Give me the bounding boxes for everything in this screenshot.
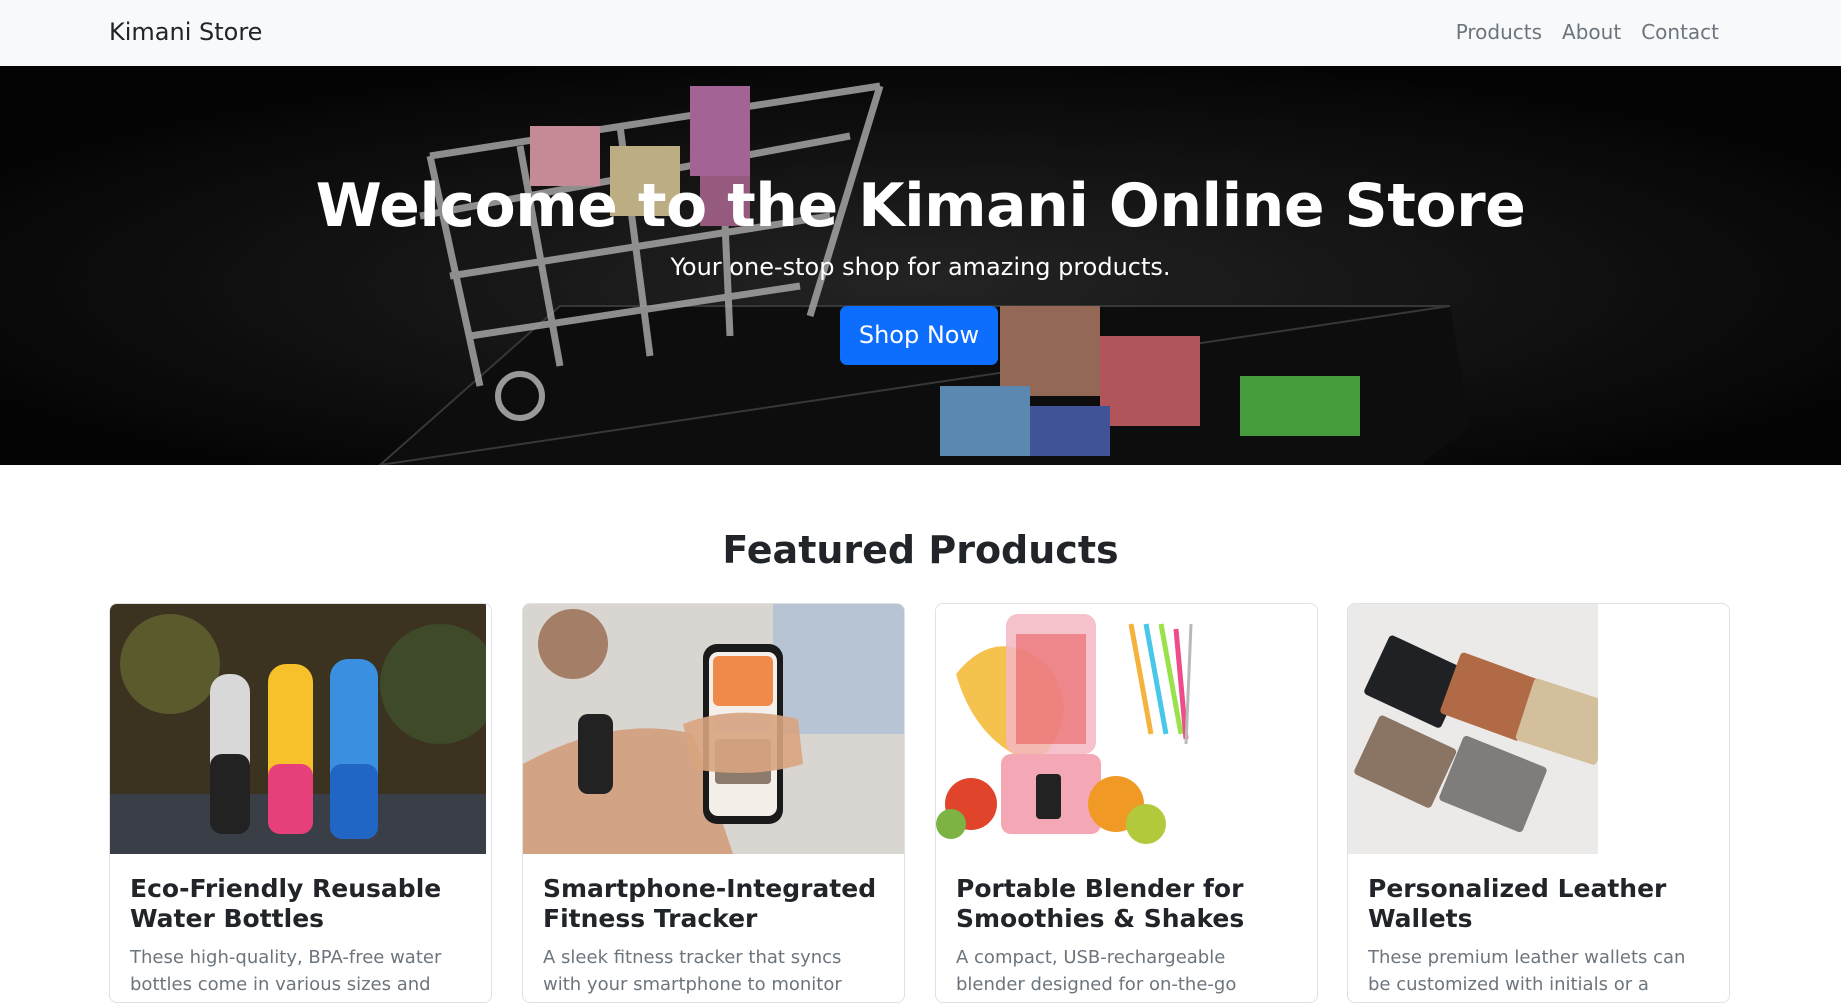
nav-link-contact[interactable]: Contact — [1641, 18, 1719, 46]
navbar: Kimani Store Products About Contact — [0, 0, 1841, 66]
hero-title: Welcome to the Kimani Online Store — [315, 171, 1526, 241]
card-body: Personalized Leather Wallets These premi… — [1368, 874, 1709, 1002]
card-body: Smartphone-Integrated Fitness Tracker A … — [543, 874, 884, 1002]
product-title: Personalized Leather Wallets — [1368, 874, 1667, 933]
product-title: Portable Blender for Smoothies & Shakes — [956, 874, 1245, 933]
product-card[interactable]: Portable Blender for Smoothies & Shakes … — [935, 603, 1318, 1003]
featured-products-heading: Featured Products — [722, 528, 1119, 572]
product-description: These high-quality, BPA-free water bottl… — [130, 947, 442, 1002]
product-title: Smartphone-Integrated Fitness Tracker — [543, 874, 877, 933]
hero-subtitle: Your one-stop shop for amazing products. — [670, 253, 1171, 281]
hero-banner: Welcome to the Kimani Online Store Your … — [0, 66, 1841, 465]
blender-image — [936, 604, 1317, 854]
product-card[interactable]: Personalized Leather Wallets These premi… — [1347, 603, 1730, 1003]
shop-now-button[interactable]: Shop Now — [840, 306, 998, 365]
product-card[interactable]: Smartphone-Integrated Fitness Tracker A … — [522, 603, 905, 1003]
product-description: A sleek fitness tracker that syncs with … — [543, 947, 842, 1002]
nav-link-products[interactable]: Products — [1456, 18, 1542, 46]
product-description: These premium leather wallets can be cus… — [1368, 947, 1701, 1002]
nav-links: Products About Contact — [1456, 18, 1719, 46]
product-title: Eco-Friendly Reusable Water Bottles — [130, 874, 442, 933]
product-card[interactable]: Eco-Friendly Reusable Water Bottles Thes… — [109, 603, 492, 1003]
nav-link-about[interactable]: About — [1562, 18, 1621, 46]
water-bottles-image — [110, 604, 486, 854]
card-body: Portable Blender for Smoothies & Shakes … — [956, 874, 1297, 1002]
card-body: Eco-Friendly Reusable Water Bottles Thes… — [130, 874, 471, 1002]
leather-wallets-image — [1348, 604, 1598, 854]
fitness-tracker-image — [523, 604, 904, 854]
brand-link[interactable]: Kimani Store — [109, 16, 262, 48]
product-description: A compact, USB-rechargeable blender desi… — [956, 947, 1237, 1002]
